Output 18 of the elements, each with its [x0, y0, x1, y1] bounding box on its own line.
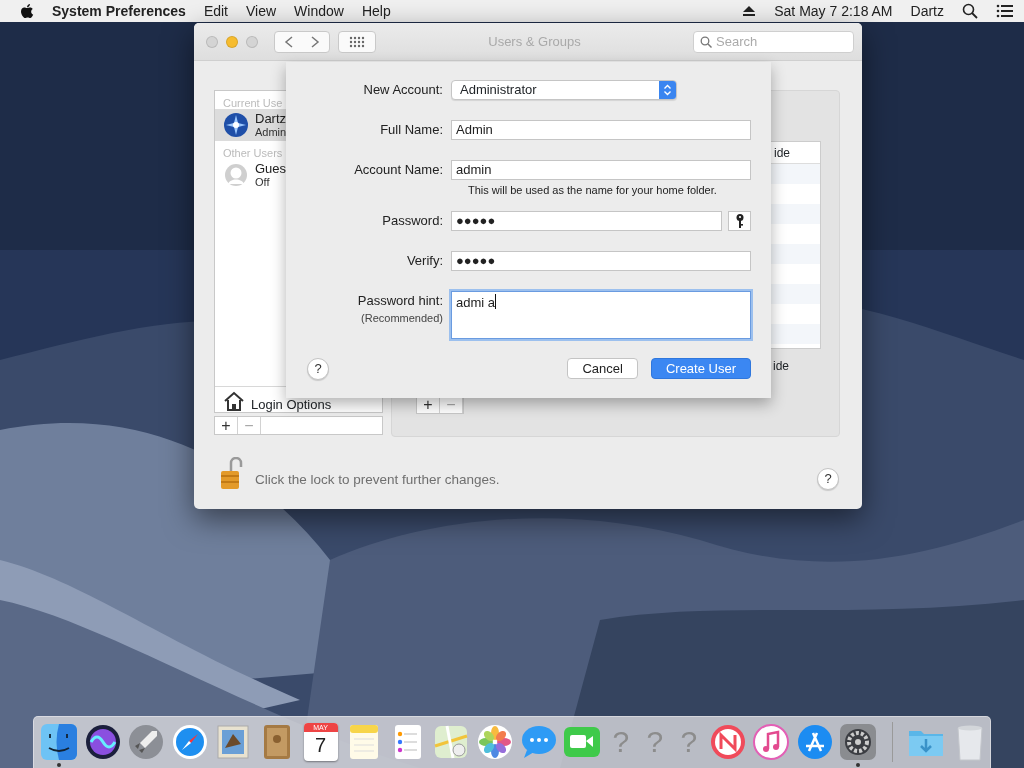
section-heading: Other Users [222, 146, 284, 159]
field-label: Full Name: [379, 121, 443, 139]
calendar-day: 7 [315, 732, 327, 758]
field-sublabel: (Recommended) [360, 310, 443, 325]
field-label: Verify: [405, 251, 443, 270]
field-label: Password: [381, 211, 443, 230]
field-label: Password hint: [357, 292, 443, 308]
lock-message: Click the lock to prevent further changes. [255, 471, 500, 489]
window-title: Users & Groups [487, 32, 582, 51]
field-note: This will be used as the name for your home folder. [467, 183, 718, 198]
panel-text: ide [773, 358, 789, 375]
user-role: Admin [255, 125, 287, 139]
field-label: Account Name: [353, 161, 443, 179]
user-role: Off [255, 175, 271, 189]
section-heading: Current Use [222, 96, 284, 109]
user-name: Dartz [255, 111, 287, 126]
field-label: New Account: [362, 81, 443, 99]
user-name: Gues [255, 161, 287, 176]
